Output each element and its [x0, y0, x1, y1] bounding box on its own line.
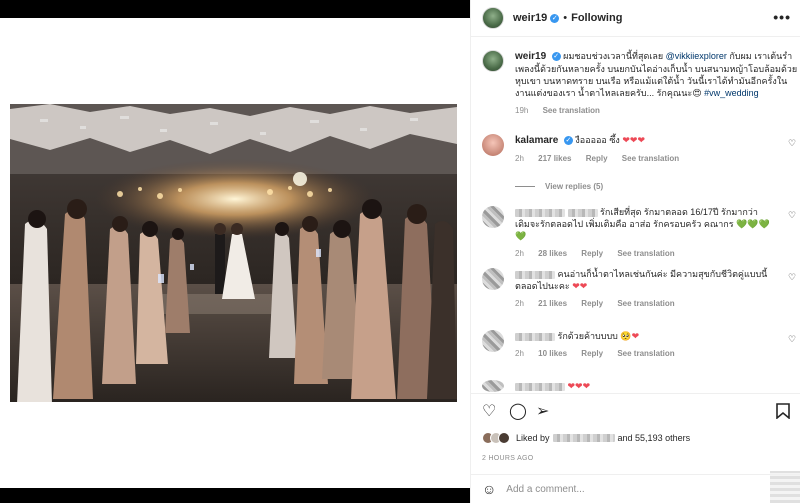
comment-item: รักเสียที่สุด รักมาตลอด 16/17ปี รักมากว่… [482, 206, 796, 260]
comment-avatar[interactable] [482, 206, 504, 228]
comment-avatar[interactable] [482, 268, 504, 290]
top-black-bar [0, 0, 470, 18]
see-translation-link[interactable]: See translation [622, 154, 679, 163]
like-comment-heart-icon[interactable]: ♡ [788, 138, 796, 149]
following-button[interactable]: Following [571, 12, 622, 24]
comment-body: kalamare ✓ งือออออ ซึ้ง ❤❤❤ 2h 217 likes… [515, 134, 770, 165]
comment-text: งือออออ ซึ้ง [575, 135, 620, 145]
comment-likes[interactable]: 10 likes [538, 349, 567, 358]
see-translation-link[interactable]: See translation [617, 299, 674, 308]
caption-hashtag-link[interactable]: #vw_wedding [704, 88, 759, 98]
reply-button[interactable]: Reply [581, 249, 603, 258]
view-replies-button[interactable]: View replies (5) [515, 182, 603, 191]
like-comment-heart-icon[interactable]: ♡ [788, 272, 796, 283]
comment-emoji: ❤❤ [572, 281, 588, 291]
caption-mention-link[interactable]: @vikkiiexplorer [666, 51, 727, 61]
liked-by-prefix: Liked by [516, 433, 550, 443]
blurred-username [515, 208, 565, 217]
add-comment-input[interactable]: Add a comment... [506, 484, 584, 495]
comment-avatar[interactable] [482, 134, 504, 156]
verified-badge-icon: ✓ [550, 13, 560, 23]
author-username[interactable]: weir19 [513, 12, 547, 24]
comment-item: kalamare ✓ งือออออ ซึ้ง ❤❤❤ 2h 217 likes… [482, 134, 796, 182]
comment-item: ❤❤❤ [482, 380, 792, 393]
comment-meta: 2h 217 likes Reply See translation [515, 153, 770, 165]
caption-username[interactable]: weir19 [515, 51, 546, 62]
caption-see-translation[interactable]: See translation [543, 106, 600, 115]
header-separator: • [563, 12, 568, 24]
comment-text: รักด้วยค้าบบบบ [557, 331, 618, 341]
blurred-username [515, 382, 565, 391]
comment-likes[interactable]: 28 likes [538, 249, 567, 258]
verified-badge-icon: ✓ [551, 52, 561, 62]
save-bookmark-icon[interactable] [776, 403, 794, 421]
liked-by-count[interactable]: and 55,193 others [618, 433, 691, 443]
post-timestamp: 2 HOURS AGO [482, 455, 534, 462]
liker-avatar [498, 432, 510, 444]
comment-body: คนอ่านก็น้ำตาไหลเช่นกันค่ะ มีความสุขกับช… [515, 268, 770, 310]
comment-meta: 2h 10 likes Reply See translation [515, 348, 770, 360]
comment-time: 2h [515, 299, 524, 308]
comment-emoji: 🥺❤ [620, 331, 640, 341]
bottom-black-bar [0, 488, 470, 503]
comment-item: รักด้วยค้าบบบบ 🥺❤ 2h 10 likes Reply See … [482, 330, 796, 364]
verified-badge-icon: ✓ [563, 136, 573, 146]
author-avatar[interactable] [482, 7, 504, 29]
comment-emoji: ❤❤❤ [622, 135, 645, 145]
comment-emoji: ❤❤❤ [567, 381, 591, 391]
caption-emoji: 😍 [692, 88, 702, 98]
comment-time: 2h [515, 249, 524, 258]
reply-button[interactable]: Reply [581, 299, 603, 308]
reply-button[interactable]: Reply [581, 349, 603, 358]
comment-meta: 2h 28 likes Reply See translation [515, 248, 770, 260]
comment-time: 2h [515, 154, 524, 163]
share-send-icon[interactable]: ➢ [536, 403, 554, 421]
comment-avatar[interactable] [482, 330, 504, 352]
emoji-picker-icon[interactable]: ☺ [482, 481, 496, 497]
post-header: weir19 ✓ • Following ••• [471, 0, 800, 37]
like-heart-icon[interactable]: ♡ [482, 403, 500, 421]
replies-line [515, 186, 535, 188]
wedding-photo-illustration [10, 104, 457, 402]
comment-item: คนอ่านก็น้ำตาไหลเช่นกันค่ะ มีความสุขกับช… [482, 268, 796, 314]
see-translation-link[interactable]: See translation [617, 349, 674, 358]
like-comment-heart-icon[interactable]: ♡ [788, 334, 796, 345]
see-translation-link[interactable]: See translation [617, 249, 674, 258]
pixelated-corner [770, 471, 800, 503]
blurred-username [567, 208, 598, 217]
blurred-username [515, 270, 555, 279]
post-caption: weir19 ✓ ผมชอบช่วงเวลานี้ที่สุดเลย @vikk… [482, 50, 797, 130]
post-photo[interactable] [10, 104, 457, 402]
blurred-username [515, 332, 555, 341]
media-pane [0, 0, 470, 503]
caption-body: weir19 ✓ ผมชอบช่วงเวลานี้ที่สุดเลย @vikk… [515, 50, 800, 117]
comment-bubble-icon[interactable]: ◯ [509, 403, 527, 421]
comment-avatar[interactable] [482, 380, 504, 392]
view-replies-label[interactable]: View replies (5) [545, 182, 603, 191]
comment-time: 2h [515, 349, 524, 358]
comment-likes[interactable]: 21 likes [538, 299, 567, 308]
like-comment-heart-icon[interactable]: ♡ [788, 210, 796, 221]
caption-text-before: ผมชอบช่วงเวลานี้ที่สุดเลย [563, 51, 664, 61]
comment-body: รักด้วยค้าบบบบ 🥺❤ 2h 10 likes Reply See … [515, 330, 770, 360]
comment-body: รักเสียที่สุด รักมาตลอด 16/17ปี รักมากว่… [515, 206, 770, 260]
reply-button[interactable]: Reply [586, 154, 608, 163]
comment-username[interactable]: kalamare [515, 135, 558, 146]
blurred-liker-name [552, 434, 615, 442]
caption-meta: 19h See translation [515, 105, 800, 117]
caption-avatar[interactable] [482, 50, 504, 72]
add-comment-bar: ☺ Add a comment... [471, 474, 800, 503]
comment-likes[interactable]: 217 likes [538, 154, 571, 163]
more-options-icon[interactable]: ••• [773, 9, 791, 25]
comments-scroll-area[interactable]: weir19 ✓ ผมชอบช่วงเวลานี้ที่สุดเลย @vikk… [471, 38, 800, 393]
liked-by-row[interactable]: Liked by and 55,193 others [482, 432, 690, 444]
comment-body: ❤❤❤ [515, 380, 770, 392]
comment-meta: 2h 21 likes Reply See translation [515, 298, 770, 310]
action-icons-row: ♡ ◯ ➢ [482, 403, 792, 421]
post-side-panel: weir19 ✓ • Following ••• weir19 ✓ ผมชอบช… [470, 0, 800, 503]
caption-time: 19h [515, 106, 529, 115]
